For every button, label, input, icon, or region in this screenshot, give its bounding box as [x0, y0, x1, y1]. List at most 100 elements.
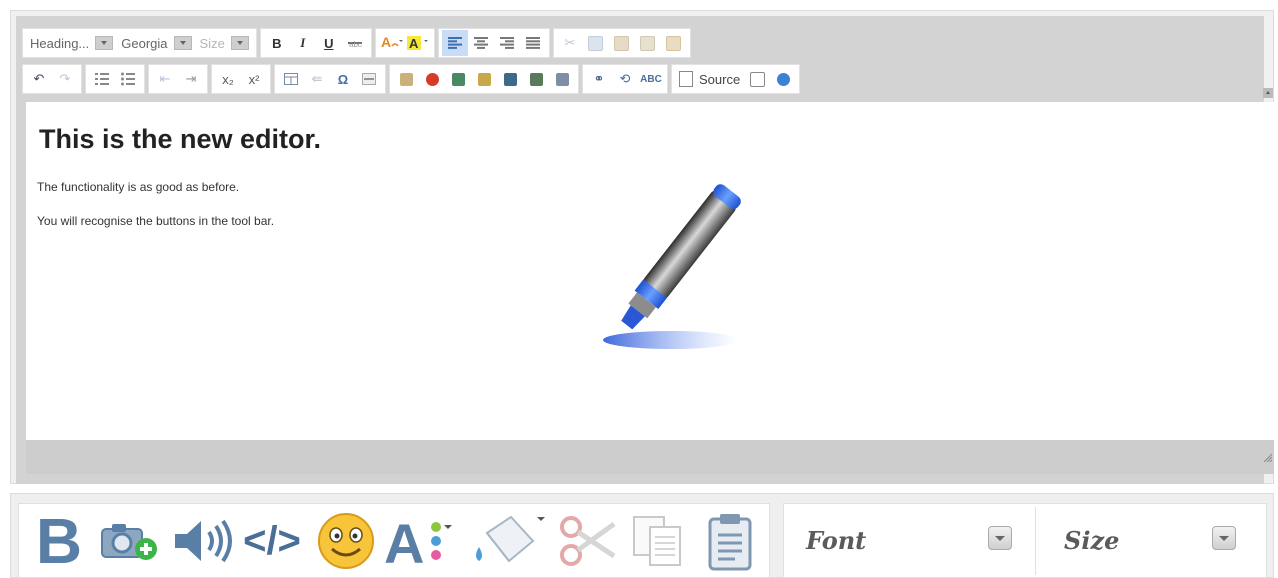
font-size-divider	[1035, 507, 1036, 575]
legacy-paste-button[interactable]	[698, 510, 762, 572]
outdent-button[interactable]: ⇤	[152, 66, 178, 92]
align-right-button[interactable]	[494, 30, 520, 56]
format-dropdown[interactable]: Heading...	[26, 28, 117, 58]
list-group	[85, 64, 145, 94]
legacy-audio-button[interactable]	[170, 510, 234, 572]
undo-button[interactable]: ↶	[26, 66, 52, 92]
find-group: ⚭ ⟲ ABC	[582, 64, 668, 94]
legacy-code-button[interactable]: </>	[240, 510, 304, 572]
scissors-icon	[560, 516, 616, 566]
size-dropdown[interactable]: Size	[196, 28, 253, 58]
chevron-down-icon	[988, 526, 1012, 550]
indent-button[interactable]: ⇥	[178, 66, 204, 92]
spellcheck-icon: ABC	[640, 73, 662, 85]
paste-button[interactable]	[609, 30, 635, 56]
preview-button[interactable]	[549, 66, 575, 92]
text-style-icon: A	[384, 512, 452, 571]
chevron-down-icon	[95, 36, 114, 50]
replace-button[interactable]: ⟲	[612, 66, 638, 92]
indent-group: ⇤ ⇥	[148, 64, 208, 94]
flash-button[interactable]	[419, 66, 445, 92]
editor-status-bar	[26, 440, 1274, 474]
code-icon-label: </>	[243, 518, 301, 563]
omega-icon: Ω	[337, 71, 349, 87]
align-left-button[interactable]	[441, 30, 468, 56]
source-button-label: Source	[699, 71, 741, 87]
clipboard-group: ✂	[552, 28, 691, 58]
background-color-button[interactable]: A	[405, 30, 431, 56]
paste-icon	[614, 35, 630, 51]
strikethrough-icon: abc	[347, 40, 362, 48]
align-center-button[interactable]	[468, 30, 494, 56]
numbered-list-button[interactable]	[89, 66, 115, 92]
legacy-fill-color-button[interactable]	[470, 510, 550, 572]
chevron-down-icon	[1212, 526, 1236, 550]
paste-word-icon	[666, 35, 682, 51]
underline-button[interactable]: U	[316, 30, 342, 56]
clipboard-icon	[708, 514, 752, 571]
camera-add-icon	[101, 524, 157, 560]
special-char-button[interactable]: Ω	[330, 66, 356, 92]
legacy-cut-button[interactable]	[556, 510, 620, 572]
align-group	[437, 28, 550, 58]
strikethrough-button[interactable]: abc	[342, 30, 368, 56]
spellcheck-button[interactable]: ABC	[638, 66, 664, 92]
legacy-font-select[interactable]: Font	[790, 508, 1030, 572]
text-color-button[interactable]: A	[379, 30, 405, 56]
font-dropdown[interactable]: Georgia	[117, 28, 195, 58]
chevron-down-icon	[173, 36, 192, 50]
source-button[interactable]: Source	[675, 66, 744, 92]
about-button[interactable]	[770, 66, 796, 92]
legacy-insert-image-button[interactable]	[98, 510, 162, 572]
bulleted-list-icon	[121, 72, 135, 86]
legacy-bold-button[interactable]: B	[34, 509, 84, 573]
flash-icon	[425, 72, 439, 86]
paste-text-button[interactable]	[635, 30, 661, 56]
new-page-button[interactable]	[744, 66, 770, 92]
bulleted-list-button[interactable]	[115, 66, 141, 92]
cut-button[interactable]: ✂	[557, 30, 583, 56]
align-justify-button[interactable]	[520, 30, 546, 56]
image-button[interactable]	[471, 66, 497, 92]
align-justify-icon	[525, 37, 540, 49]
find-button[interactable]: ⚭	[586, 66, 612, 92]
link-icon: ⇚	[311, 71, 323, 86]
paste-word-button[interactable]	[661, 30, 687, 56]
print-button[interactable]	[523, 66, 549, 92]
source-icon	[679, 71, 693, 87]
smiley-button[interactable]	[497, 66, 523, 92]
legacy-text-style-button[interactable]: A	[384, 510, 454, 572]
link-button[interactable]: ⇚	[304, 66, 330, 92]
italic-button[interactable]: I	[290, 30, 316, 56]
content-heading: This is the new editor.	[39, 124, 322, 154]
legacy-size-select[interactable]: Size	[1040, 508, 1260, 572]
paint-bucket-icon	[476, 515, 545, 563]
template-button[interactable]	[393, 66, 419, 92]
horizontal-rule-button[interactable]	[356, 66, 382, 92]
select-all-button[interactable]	[445, 66, 471, 92]
toolbar-collapse-icon[interactable]	[1263, 88, 1273, 98]
svg-text:A: A	[384, 512, 424, 571]
subscript-button[interactable]: x₂	[215, 66, 241, 92]
legacy-smiley-button[interactable]	[314, 510, 378, 572]
legacy-copy-button[interactable]	[626, 510, 690, 572]
history-group: ↶ ↷	[22, 64, 82, 94]
smiley-icon	[503, 72, 517, 86]
speaker-icon	[175, 519, 232, 563]
replace-icon: ⟲	[619, 71, 631, 86]
select-all-icon	[451, 72, 465, 86]
image-icon	[477, 72, 491, 86]
redo-button[interactable]: ↷	[52, 66, 78, 92]
table-button[interactable]	[278, 66, 304, 92]
toolbar-row-2: ↶ ↷ ⇤ ⇥ x₂ x² ⇚ Ω ⚭ ⟲ ABC Source	[22, 64, 803, 94]
editor-content-area[interactable]: This is the new editor. The functionalit…	[26, 102, 1274, 440]
superscript-button[interactable]: x²	[241, 66, 267, 92]
chevron-down-icon	[230, 36, 249, 50]
media-group	[389, 64, 579, 94]
copy-button[interactable]	[583, 30, 609, 56]
resize-grip-icon[interactable]	[1262, 452, 1272, 462]
bold-button[interactable]: B	[264, 30, 290, 56]
copy-icon	[633, 516, 681, 566]
legacy-font-label: Font	[806, 525, 867, 555]
table-icon	[284, 73, 298, 85]
